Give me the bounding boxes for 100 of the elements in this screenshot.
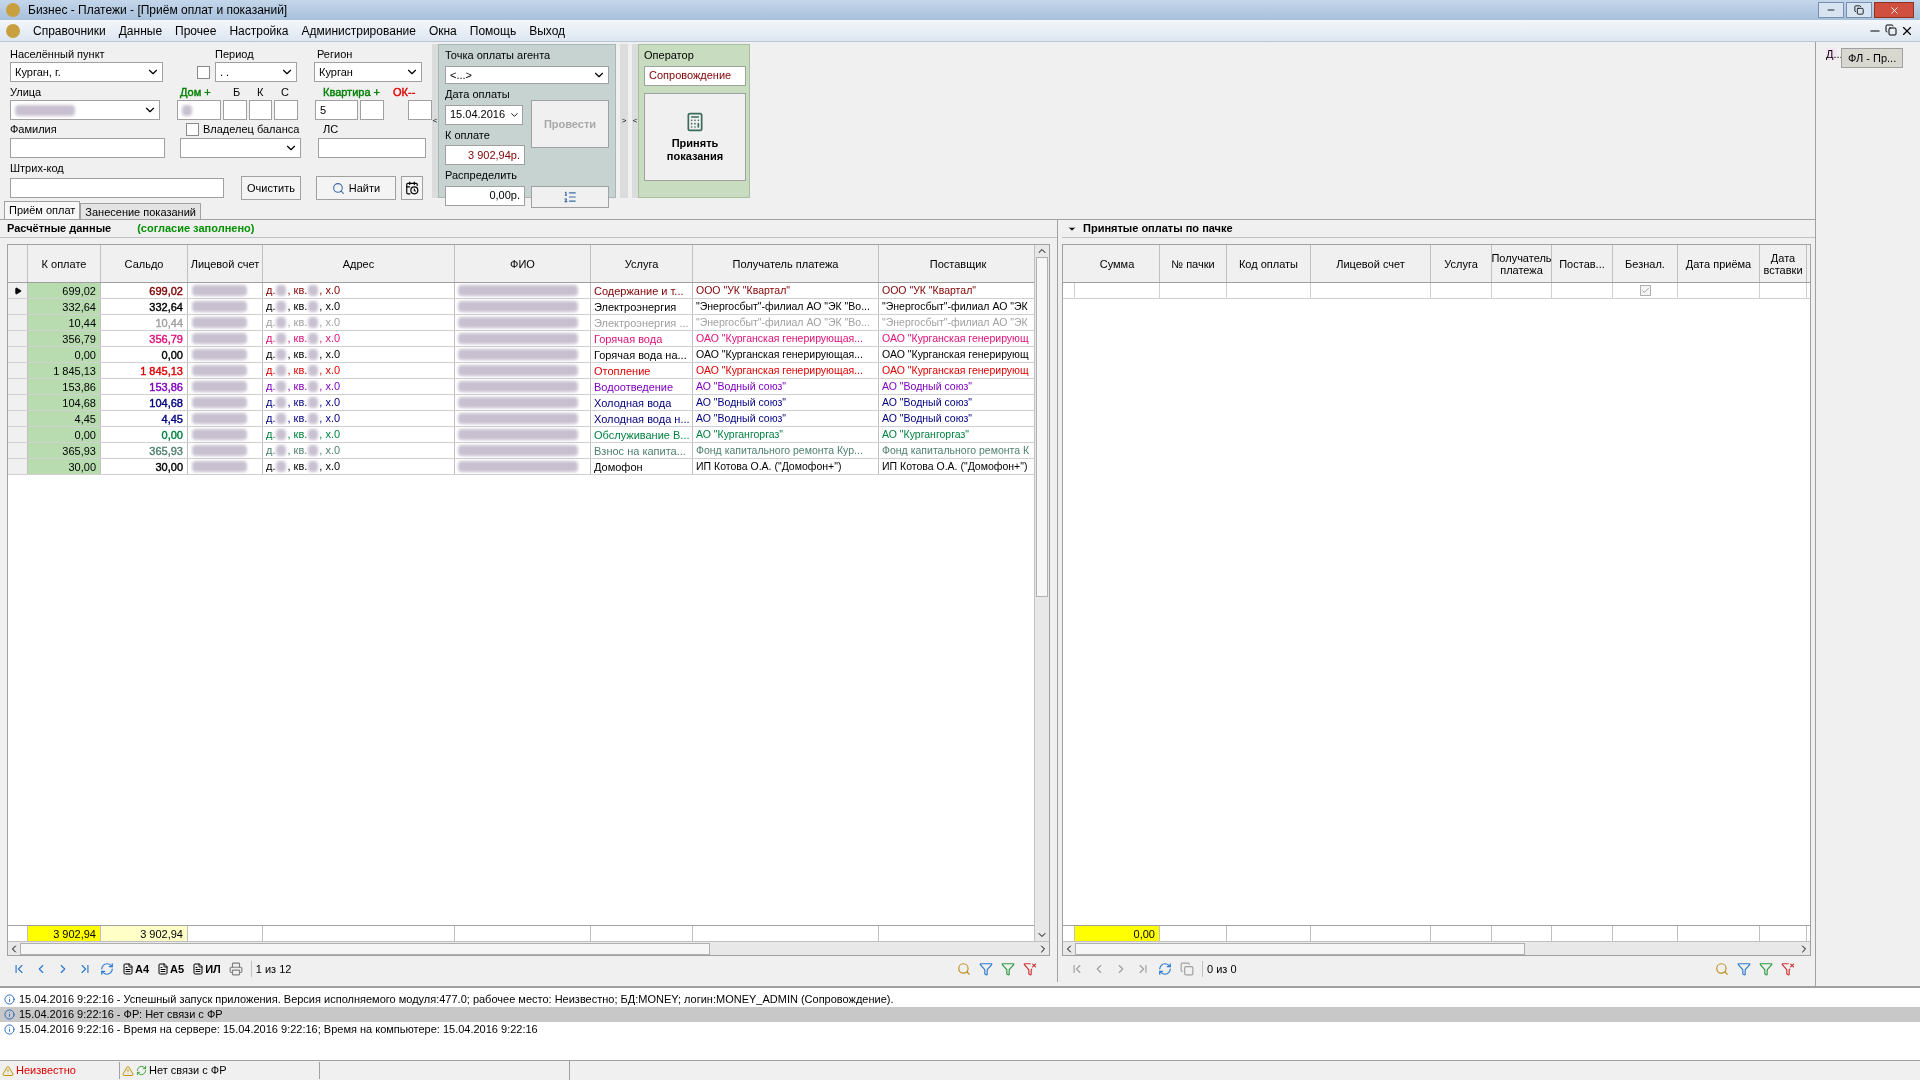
column-header[interactable]: Услуга	[591, 245, 693, 282]
find-button[interactable]: Найти	[316, 176, 396, 200]
filter-clear-icon[interactable]	[1781, 962, 1795, 976]
address-text: д.	[266, 315, 276, 331]
dock-button[interactable]: ФЛ - Пр...	[1841, 48, 1904, 68]
column-header[interactable]: Адрес	[263, 245, 455, 282]
dropdown-field[interactable]: <...>	[445, 65, 609, 84]
column-header[interactable]: Лицевой счет	[188, 245, 263, 282]
filter-clear-icon[interactable]	[1023, 962, 1037, 976]
column-header[interactable]: ФИО	[455, 245, 591, 282]
column-header[interactable]: Лицевой счет	[1311, 245, 1431, 282]
section-title: Расчётные данные	[7, 221, 112, 237]
last-record-icon[interactable]	[78, 962, 92, 976]
blurred-text	[192, 413, 247, 424]
dropdown-field[interactable]: Курган, г.	[10, 62, 163, 82]
restore-icon[interactable]	[1885, 23, 1897, 36]
horizontal-scrollbar[interactable]	[1063, 941, 1810, 955]
column-header[interactable]: Код оплаты	[1227, 245, 1311, 282]
filter-add-icon[interactable]	[1001, 962, 1015, 976]
clear-button[interactable]: Очистить	[241, 176, 301, 200]
blurred-text	[308, 349, 319, 360]
input-field[interactable]	[177, 100, 221, 120]
input-field[interactable]	[10, 178, 224, 198]
input-field[interactable]: Сопровождение	[644, 65, 746, 86]
log-entry[interactable]: 15.04.2016 9:22:16 - ФР: Нет связи с ФР	[0, 1007, 1920, 1022]
input-field[interactable]	[10, 138, 165, 158]
vertical-scrollbar[interactable]	[1034, 245, 1049, 941]
menu-item[interactable]: Администрирование	[301, 21, 416, 40]
calendar-button[interactable]	[401, 176, 423, 200]
column-header[interactable]: Услуга	[1431, 245, 1492, 282]
column-header[interactable]: Дата вставки	[1760, 245, 1807, 282]
search-icon[interactable]	[1715, 962, 1729, 976]
refresh-icon[interactable]	[1158, 962, 1172, 976]
checkbox[interactable]	[197, 65, 210, 79]
amount-field[interactable]: 0,00р.	[445, 185, 525, 206]
column-header[interactable]: Безнал.	[1613, 245, 1678, 282]
input-field[interactable]	[274, 100, 299, 120]
tab[interactable]: Приём оплат	[4, 201, 81, 219]
print-button[interactable]: A4	[122, 960, 150, 978]
collapse-arrow[interactable]: <	[632, 115, 638, 127]
column-header[interactable]: № пачки	[1160, 245, 1227, 282]
blurred-text	[308, 365, 319, 376]
print-button[interactable]: ИЛ	[192, 960, 221, 978]
menu-item[interactable]: Данные	[118, 21, 163, 40]
first-record-icon[interactable]	[1070, 962, 1084, 976]
dropdown-field[interactable]	[10, 100, 161, 120]
column-header[interactable]: Сальдо	[101, 245, 188, 282]
address-text: , кв.	[287, 299, 308, 315]
log-entry[interactable]: 15.04.2016 9:22:16 - Успешный запуск приложения. Версия исполняемого модуля:477.0; рабочее место: Неизвестно; БД:MONEY; логин:MONEY_ADMIN (Сопровождение).	[0, 992, 1920, 1007]
checkbox[interactable]	[1639, 285, 1651, 296]
menu-item[interactable]: Справочники	[33, 21, 106, 40]
tab[interactable]: Занесение показаний	[80, 203, 201, 219]
table-cell-text: АО "Водный союз"	[881, 411, 974, 426]
address-text: , х.0	[319, 443, 341, 459]
input-field[interactable]	[360, 100, 385, 120]
menu-item[interactable]: Помощь	[469, 21, 517, 40]
filter-add-icon[interactable]	[1759, 962, 1773, 976]
menu-item[interactable]: Окна	[428, 21, 457, 40]
filter-icon[interactable]	[979, 962, 993, 976]
column-header[interactable]: К оплате	[28, 245, 101, 282]
menu-item[interactable]: Выход	[529, 21, 566, 40]
menu-item[interactable]: Прочее	[175, 21, 217, 40]
total-cell: 0,00	[1075, 926, 1160, 941]
printer-icon[interactable]	[228, 962, 243, 976]
table-cell: 153,86	[101, 379, 188, 394]
search-icon[interactable]	[957, 962, 971, 976]
checkbox[interactable]	[186, 122, 199, 136]
restore-button[interactable]	[1846, 2, 1872, 18]
column-header[interactable]: Получатель платежа	[693, 245, 879, 282]
column-header[interactable]: Дата приёма	[1678, 245, 1760, 282]
input-field[interactable]	[408, 100, 432, 120]
field-label: Дом +	[180, 85, 212, 98]
distribute-button[interactable]	[531, 185, 609, 208]
input-field[interactable]: 5	[315, 100, 359, 120]
expand-arrow[interactable]: >	[621, 115, 627, 127]
column-header[interactable]: Постав...	[1552, 245, 1613, 282]
menu-item[interactable]: Настройка	[229, 21, 289, 40]
refresh-icon[interactable]	[100, 962, 114, 976]
collapse-arrow[interactable]: <	[432, 115, 438, 127]
column-header[interactable]: Получатель платежа	[1492, 245, 1552, 282]
column-header[interactable]: Сумма	[1075, 245, 1160, 282]
row-header[interactable]	[8, 283, 28, 298]
date-field[interactable]: 15.04.2016	[445, 104, 523, 125]
input-field[interactable]	[318, 138, 426, 158]
dropdown-field[interactable]	[180, 138, 301, 158]
filter-icon[interactable]	[1737, 962, 1751, 976]
log-entry[interactable]: 15.04.2016 9:22:16 - Время на сервере: 15.04.2016 9:22:16; Время на компьютере: 15.04.2016 9:22:16	[0, 1022, 1920, 1037]
dropdown-field[interactable]: . .	[215, 62, 297, 82]
dropdown-field[interactable]: Курган	[314, 62, 422, 82]
input-field[interactable]	[222, 100, 247, 120]
input-field[interactable]	[248, 100, 273, 120]
print-button[interactable]: A5	[157, 960, 185, 978]
first-record-icon[interactable]	[12, 962, 26, 976]
copy-icon[interactable]	[1180, 962, 1194, 976]
address-text: д.	[266, 411, 276, 427]
table-cell: 4,45	[28, 411, 101, 426]
last-record-icon[interactable]	[1136, 962, 1150, 976]
address-text: , кв.	[287, 427, 308, 443]
horizontal-scrollbar[interactable]	[8, 941, 1049, 955]
accept-readings-button[interactable]: Принять показания	[644, 92, 746, 181]
